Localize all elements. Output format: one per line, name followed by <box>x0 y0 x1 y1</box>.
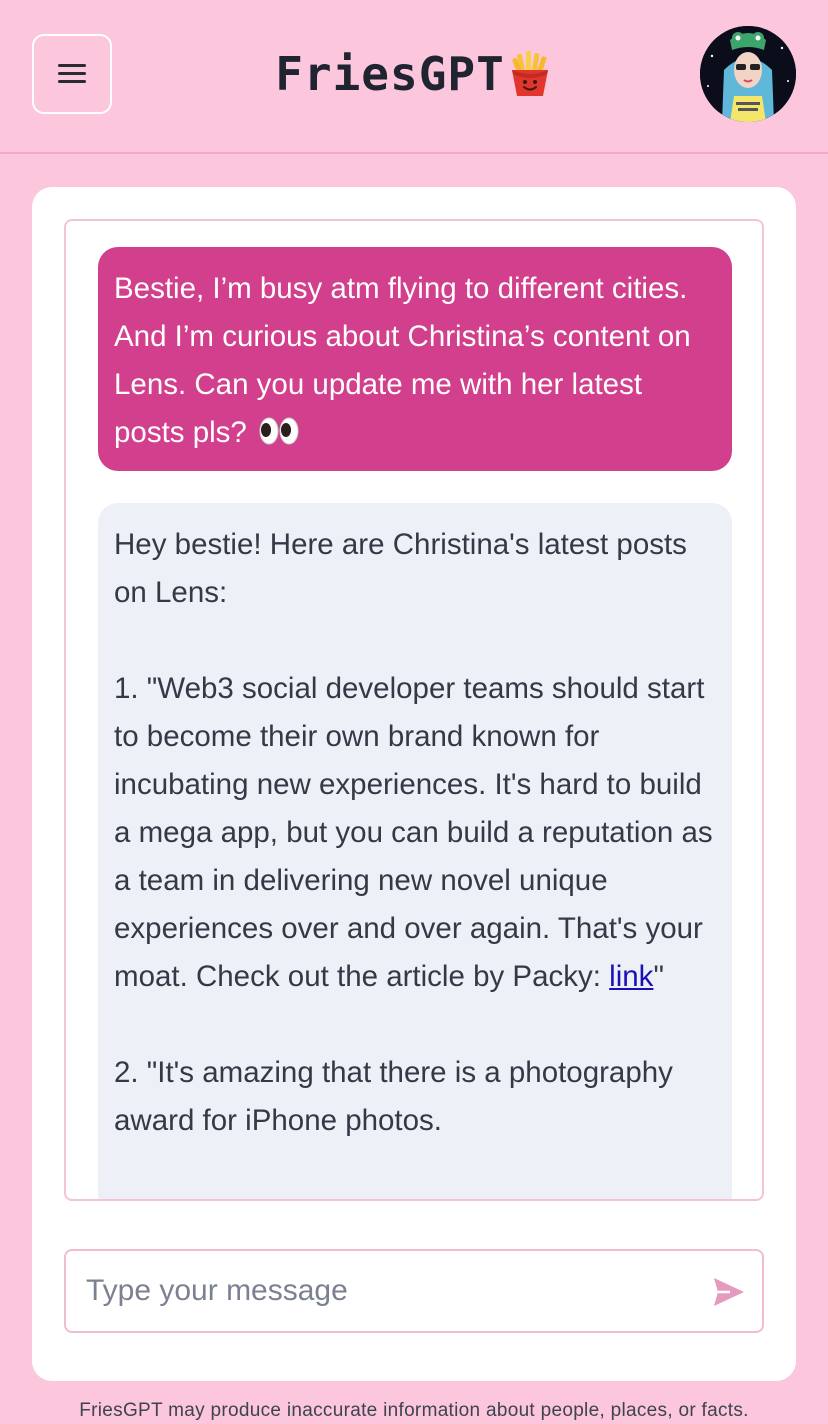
app-header: FriesGPT <box>0 0 828 154</box>
message-composer <box>64 1249 764 1333</box>
chat-card: Bestie, I’m busy atm flying to different… <box>32 187 796 1381</box>
app-title: FriesGPT <box>275 47 505 101</box>
message-input[interactable] <box>86 1251 686 1331</box>
bot-list-item-1: 1. "Web3 social developer teams should s… <box>114 665 716 1001</box>
send-icon[interactable] <box>712 1275 746 1309</box>
avatar-illustration <box>700 26 796 122</box>
fries-icon <box>511 51 548 96</box>
bot-item1-text: 1. "Web3 social developer teams should s… <box>114 672 713 993</box>
disclaimer-text: FriesGPT may produce inaccurate informat… <box>79 1400 749 1421</box>
user-message-text: Bestie, I’m busy atm flying to different… <box>114 272 691 449</box>
bot-item1-closing-quote: " <box>653 960 664 993</box>
bot-intro-text: Hey bestie! Here are Christina's latest … <box>114 528 687 609</box>
bot-list-item-2: 2. "It's amazing that there is a photogr… <box>114 1056 673 1137</box>
eyes-emoji-icon <box>259 417 299 445</box>
bot-message-bubble: Hey bestie! Here are Christina's latest … <box>98 503 732 1199</box>
user-message-bubble: Bestie, I’m busy atm flying to different… <box>98 247 732 471</box>
article-link[interactable]: link <box>609 960 653 993</box>
user-avatar[interactable] <box>700 26 796 122</box>
chat-messages-panel[interactable]: Bestie, I’m busy atm flying to different… <box>64 219 764 1201</box>
